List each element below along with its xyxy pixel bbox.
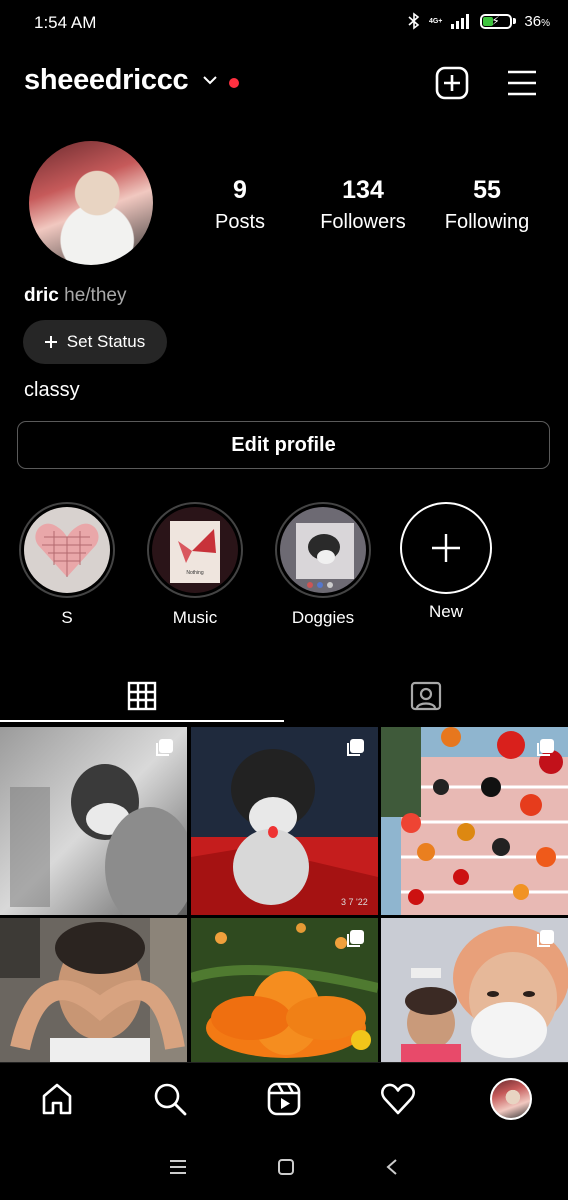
profile-name: dric [24, 285, 59, 306]
notification-dot [229, 78, 239, 88]
post-thumbnail[interactable] [0, 918, 187, 1062]
nav-home[interactable] [27, 1069, 87, 1129]
music-thumb-caption: Nothing [186, 570, 203, 576]
create-post-button[interactable] [432, 63, 472, 103]
carousel-icon [347, 930, 364, 947]
tab-posts-grid[interactable] [0, 670, 284, 722]
highlight-ring [275, 502, 371, 598]
grid-icon [127, 681, 157, 711]
hamburger-menu-icon [508, 70, 536, 96]
bluetooth-icon [408, 12, 420, 30]
status-bar: 1:54 AM 4G+ ⚡ 36% [0, 0, 568, 46]
plus-icon [432, 534, 460, 562]
tab-tagged[interactable] [284, 670, 568, 722]
tagged-icon [410, 681, 442, 711]
stat-posts[interactable]: 9 Posts [200, 176, 280, 234]
highlight-music[interactable]: Nothing Music [145, 502, 245, 628]
home-square-icon[interactable] [277, 1158, 295, 1176]
battery-tip [513, 18, 517, 24]
posts-label: Posts [214, 211, 266, 233]
carousel-icon [156, 739, 173, 756]
nav-activity[interactable] [368, 1069, 428, 1129]
post-thumbnail[interactable] [0, 727, 187, 915]
nav-search[interactable] [140, 1069, 200, 1129]
followers-count: 134 [342, 176, 384, 204]
nav-profile[interactable] [481, 1069, 541, 1129]
profile-avatar[interactable] [29, 141, 153, 265]
stat-following[interactable]: 55 Following [437, 176, 537, 234]
bottom-navigation [0, 1062, 568, 1135]
following-count: 55 [473, 176, 501, 204]
highlight-label: Doggies [291, 608, 355, 627]
post-thumbnail[interactable] [381, 727, 568, 915]
profile-name-line: dric he/they [24, 285, 126, 307]
reels-icon [267, 1082, 301, 1116]
highlight-label: Music [172, 608, 218, 627]
highlight-thumb [280, 507, 366, 593]
stat-followers[interactable]: 134 Followers [313, 176, 413, 234]
battery-icon: ⚡ [480, 13, 513, 29]
heart-icon [380, 1083, 415, 1115]
carousel-icon [347, 739, 364, 756]
highlight-thumb [24, 507, 110, 593]
carousel-icon [537, 930, 554, 947]
highlight-label: S [61, 608, 73, 627]
edit-profile-button[interactable]: Edit profile [17, 421, 550, 469]
highlight-s[interactable]: S [17, 502, 117, 628]
search-icon [155, 1083, 187, 1116]
followers-label: Followers [320, 211, 406, 233]
home-icon [42, 1083, 72, 1115]
plus-icon [44, 336, 57, 348]
network-type: 4G+ [428, 17, 443, 25]
post-thumbnail[interactable] [381, 918, 568, 1062]
status-icons: 4G+ ⚡ 36% [407, 12, 550, 30]
signal-icon [451, 14, 470, 29]
following-label: Following [444, 211, 530, 233]
profile-bio: classy [24, 379, 80, 401]
chevron-down-icon[interactable] [202, 74, 218, 86]
menu-button[interactable] [502, 63, 542, 103]
profile-username[interactable]: sheeedriccc [24, 64, 189, 97]
highlight-ring [19, 502, 115, 598]
recent-apps-icon[interactable] [169, 1159, 187, 1175]
profile-pronouns: he/they [64, 285, 127, 306]
posts-count: 9 [233, 176, 247, 204]
status-time: 1:54 AM [34, 13, 97, 32]
battery-percent: 36% [524, 12, 550, 30]
profile-avatar-small [490, 1078, 533, 1120]
nav-reels[interactable] [254, 1069, 314, 1129]
photo-date-stamp: 3 7 '22 [341, 897, 368, 907]
back-icon[interactable] [385, 1158, 399, 1176]
carousel-icon [537, 739, 554, 756]
set-status-label: Set Status [66, 332, 146, 351]
new-highlight-ring [400, 502, 492, 594]
highlight-thumb: Nothing [152, 507, 238, 593]
highlight-ring: Nothing [147, 502, 243, 598]
active-tab-indicator [0, 720, 284, 722]
system-navigation-bar [0, 1134, 568, 1200]
highlight-doggies[interactable]: Doggies [273, 502, 373, 628]
highlight-label: New [428, 602, 463, 621]
highlight-new[interactable]: New [396, 502, 496, 622]
post-thumbnail[interactable] [191, 918, 378, 1062]
set-status-button[interactable]: Set Status [23, 320, 167, 364]
plus-square-icon [435, 66, 469, 100]
post-thumbnail[interactable]: 3 7 '22 [191, 727, 378, 915]
